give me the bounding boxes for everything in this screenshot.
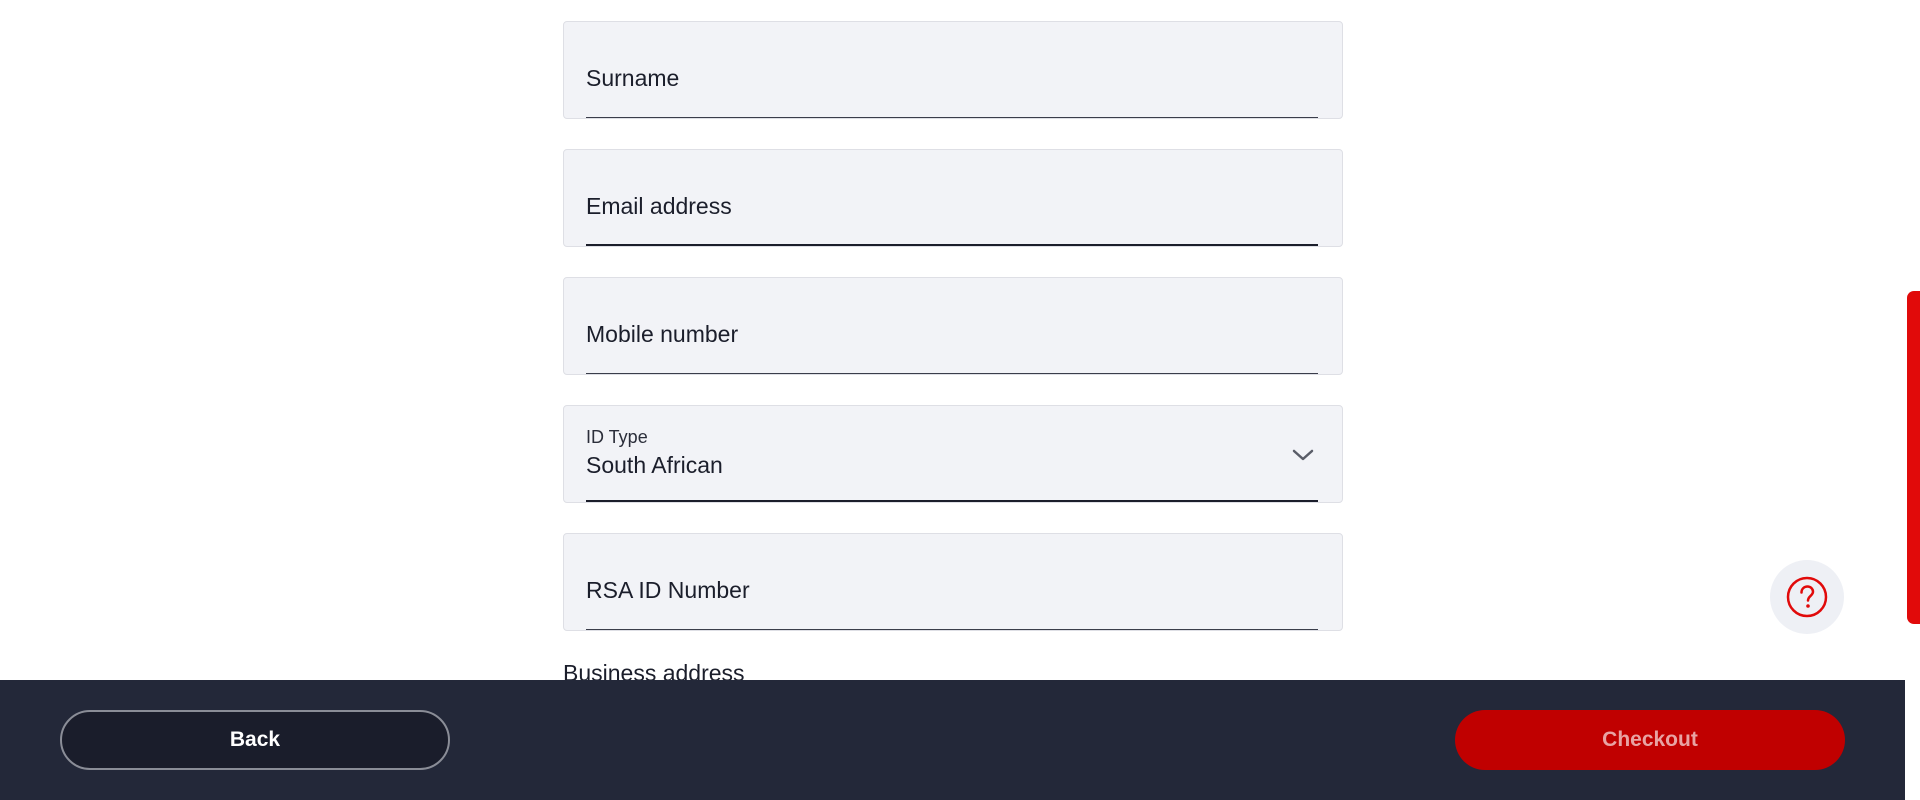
rsa-id-number-field[interactable]: RSA ID Number bbox=[563, 533, 1343, 631]
email-field[interactable]: Email address bbox=[563, 149, 1343, 247]
surname-underline bbox=[586, 117, 1318, 118]
email-placeholder: Email address bbox=[586, 193, 732, 219]
id-type-value: South African bbox=[586, 452, 723, 478]
footer-bar: Back Checkout bbox=[0, 680, 1905, 800]
help-button[interactable] bbox=[1770, 560, 1844, 634]
chevron-down-icon[interactable] bbox=[1290, 442, 1316, 468]
personal-details-form: Surname Email address Mobile number ID T… bbox=[563, 21, 1343, 661]
surname-placeholder: Surname bbox=[586, 65, 680, 91]
mobile-number-underline bbox=[586, 373, 1318, 374]
mobile-number-placeholder: Mobile number bbox=[586, 321, 739, 347]
id-type-underline bbox=[586, 500, 1318, 502]
checkout-button[interactable]: Checkout bbox=[1455, 710, 1845, 770]
id-type-select[interactable]: ID Type South African bbox=[563, 405, 1343, 503]
mobile-number-field[interactable]: Mobile number bbox=[563, 277, 1343, 375]
scrollbar-thumb[interactable] bbox=[1907, 291, 1920, 624]
id-type-label: ID Type bbox=[586, 427, 648, 447]
checkout-details-page: Surname Email address Mobile number ID T… bbox=[0, 0, 1920, 800]
back-button[interactable]: Back bbox=[60, 710, 450, 770]
rsa-id-number-placeholder: RSA ID Number bbox=[586, 577, 750, 603]
surname-field[interactable]: Surname bbox=[563, 21, 1343, 119]
question-circle-icon bbox=[1786, 576, 1828, 618]
rsa-id-number-underline bbox=[586, 629, 1318, 630]
email-underline bbox=[586, 244, 1318, 246]
